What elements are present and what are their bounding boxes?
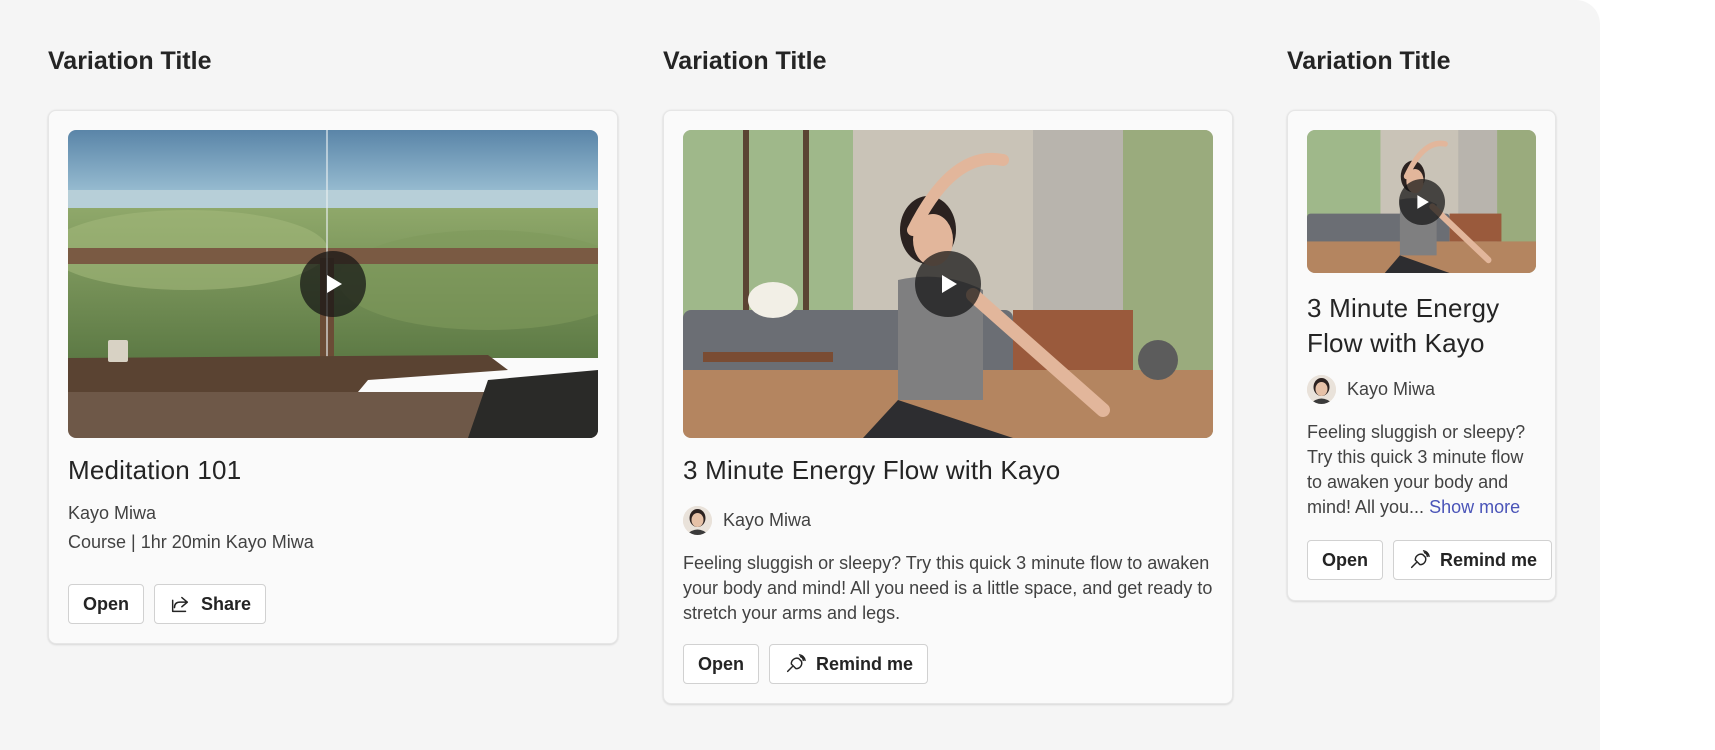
variation-title: Variation Title [48,47,212,75]
card-description: Feeling sluggish or sleepy? Try this qui… [683,553,1213,623]
remind-me-button[interactable]: Remind me [769,644,929,684]
alarm-icon [1410,550,1430,569]
alarm-icon [786,654,806,673]
show-more-link[interactable]: Show more [1429,497,1520,517]
open-button[interactable]: Open [1307,540,1384,580]
open-button[interactable]: Open [68,584,145,624]
card-description: Feeling sluggish or sleepy? Try this qui… [1307,422,1526,517]
avatar [1307,375,1336,404]
video-thumbnail[interactable] [683,130,1213,438]
course-meta: Course | 1hr 20min Kayo Miwa [68,532,314,552]
video-thumbnail[interactable] [68,130,598,438]
author-name: Kayo Miwa [68,503,157,523]
open-button[interactable]: Open [683,644,760,684]
author-name: Kayo Miwa [723,510,812,530]
card-meditation: Meditation 101 Kayo Miwa Course | 1hr 20… [48,110,618,644]
card-energy-flow: 3 Minute Energy Flow with Kayo Kayo Miwa… [663,110,1233,704]
play-button[interactable] [300,251,366,317]
play-icon [942,275,957,293]
card-title: 3 Minute Energy Flow with Kayo [683,455,1061,485]
author-name: Kayo Miwa [1347,379,1436,399]
remind-me-button[interactable]: Remind me [1393,540,1553,580]
card-energy-flow-compact: 3 Minute Energy Flow with Kayo Kayo Miwa… [1287,110,1556,601]
play-button[interactable] [915,251,981,317]
video-thumbnail[interactable] [1307,130,1536,273]
variation-1: Variation Title Meditation 101 Kayo Miwa… [48,44,618,644]
share-button[interactable]: Share [154,584,267,624]
play-icon [327,275,342,293]
author: Kayo Miwa [1307,375,1435,404]
share-icon [171,596,189,613]
variation-2: Variation Title 3 Minute Energy Flow wit… [663,44,1233,704]
canvas: Variation Title Meditation 101 Kayo Miwa… [0,0,1600,750]
play-button[interactable] [1398,178,1445,225]
play-icon [1416,194,1429,209]
author: Kayo Miwa [683,506,811,535]
variation-title: Variation Title [1287,47,1451,75]
card-title: Meditation 101 [68,455,242,485]
avatar [683,506,712,535]
variation-3: Variation Title 3 Minute Energy Flow wit… [1287,44,1556,601]
variation-title: Variation Title [663,47,827,75]
card-title: 3 Minute Energy Flow with Kayo [1307,293,1500,358]
